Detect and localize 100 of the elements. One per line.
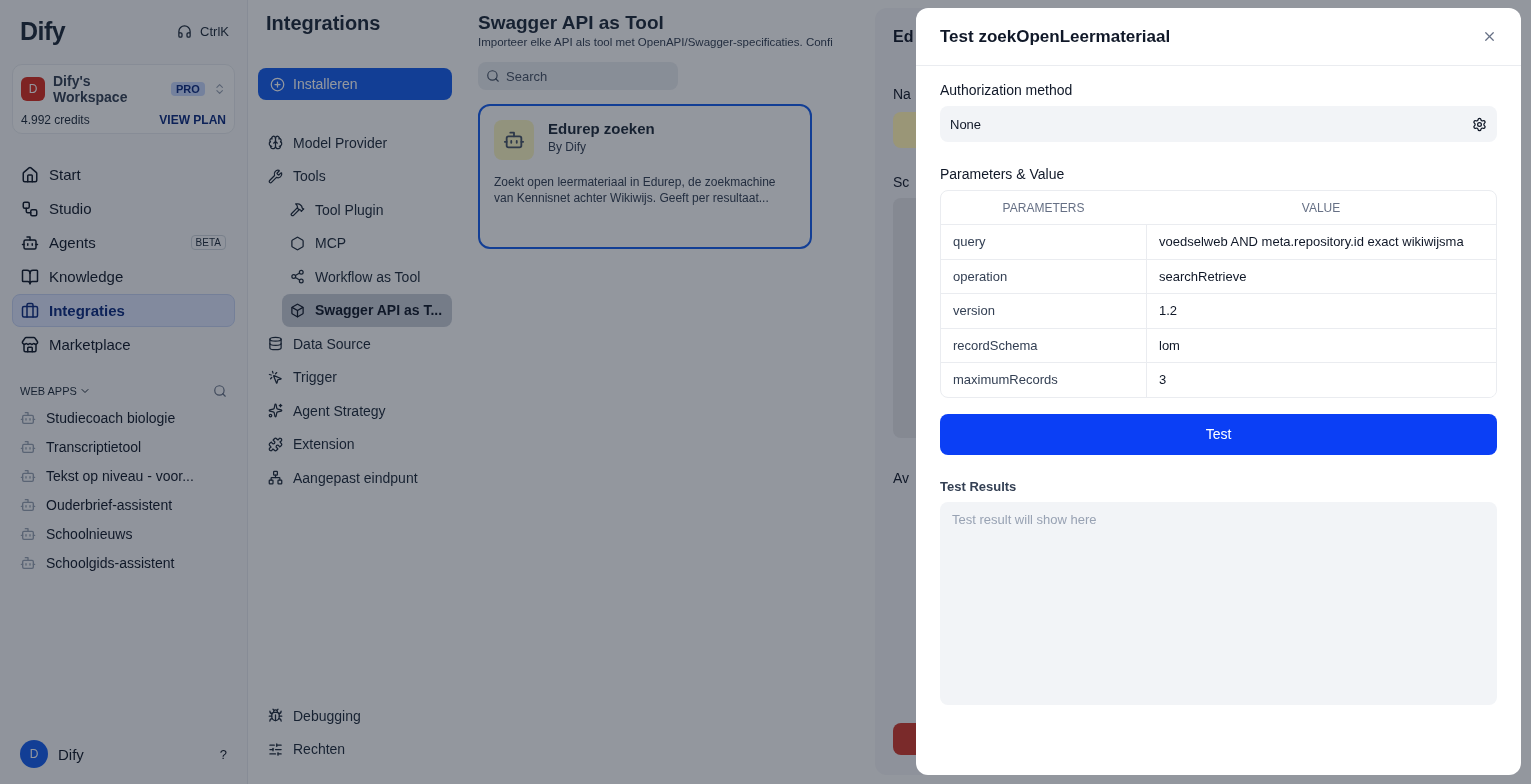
parameter-name: query (952, 233, 987, 252)
network-icon (268, 470, 283, 486)
nav-item[interactable]: Start (12, 158, 235, 191)
view-plan-link[interactable]: VIEW PLAN (159, 113, 226, 127)
robot-icon (20, 467, 36, 484)
integration-nav-item[interactable]: Tool Plugin (282, 193, 452, 227)
web-app-item[interactable]: Schoolgids-assistent (12, 548, 235, 577)
page-title: Integrations (266, 12, 382, 36)
user-name: Dify (58, 745, 84, 763)
integration-nav-item[interactable]: Workflow as Tool (282, 260, 452, 294)
puzzle-icon (268, 436, 283, 452)
sliders-icon (268, 741, 283, 757)
nav-label: Agents (49, 234, 96, 251)
field-label: Sc (893, 174, 910, 190)
robot-icon (20, 496, 36, 513)
dify-logo: Dify (20, 16, 66, 46)
robot-icon (20, 409, 36, 426)
user-avatar[interactable]: D (20, 740, 48, 768)
tool-card[interactable]: Edurep zoeken By Dify Zoekt open leermateriaal in Edurep, de zoekmachine van Kennisnet achter Wikiwijs. Geeft per resultaat... (478, 104, 812, 249)
input-field[interactable]: 3 (1146, 363, 1496, 397)
field-label: Authorization method (940, 82, 1074, 98)
close-button[interactable] (1482, 29, 1497, 44)
results-label: Test Results (940, 478, 1018, 494)
column-header: VALUE (1300, 199, 1342, 217)
web-app-label: Tekst op niveau - voor... (46, 467, 194, 484)
integration-nav-item[interactable]: Aangepast eindpunt (258, 461, 452, 495)
web-app-item[interactable]: Tekst op niveau - voor... (12, 461, 235, 490)
robot-icon (20, 525, 36, 542)
integration-nav-item[interactable]: Model Provider (258, 126, 452, 160)
test-button[interactable]: Test (940, 413, 1497, 455)
tool-description: Zoekt open leermateriaal in Edurep, de zoekmachine van Kennisnet achter Wikiwijs. Geeft per resultaat... (494, 174, 777, 206)
nav-item[interactable]: Knowledge (12, 260, 235, 293)
nav-item[interactable]: Integraties (12, 294, 235, 327)
search-field[interactable]: Search (478, 62, 678, 90)
parameter-name: recordSchema (952, 336, 1039, 355)
tool-emoji-icon (494, 120, 534, 160)
integration-nav-item[interactable]: Extension (258, 427, 452, 461)
section-subtitle: Importeer elke API als tool met OpenAPI/Swagger-specificaties. Confi (478, 36, 833, 48)
hexagon-icon (290, 235, 305, 251)
workspace-name: Dify's Workspace (53, 73, 129, 105)
section-title: WEB APPS (20, 385, 77, 397)
web-app-label: Schoolgids-assistent (46, 554, 175, 571)
home-icon (21, 165, 39, 184)
nav-label: Integraties (49, 302, 125, 319)
headset-icon[interactable] (177, 23, 193, 39)
integration-nav-item[interactable]: Rechten (258, 732, 452, 766)
nav-item[interactable]: Studio (12, 192, 235, 225)
integration-nav-item[interactable]: Agent Strategy (258, 394, 452, 428)
field-label: Parameters & Value (940, 166, 1066, 182)
field-label: Av (893, 470, 910, 486)
sparkle-icon (268, 403, 283, 419)
pointer-icon (268, 369, 283, 385)
web-app-item[interactable]: Ouderbrief-assistent (12, 490, 235, 519)
nav-label: Start (49, 166, 81, 183)
integration-nav-item[interactable]: MCP (282, 226, 452, 260)
shortcut-hint: CtrlK (200, 23, 229, 39)
parameter-name: version (952, 302, 996, 321)
integration-nav-item[interactable]: Tools (258, 159, 452, 193)
robot-icon (20, 554, 36, 571)
results-field[interactable]: Test result will show here (940, 501, 1497, 705)
toolbox-icon (268, 168, 283, 184)
workspace-card[interactable]: D Dify's Workspace PRO 4.992 credits VIEW PLAN (12, 64, 235, 134)
database-icon (268, 336, 283, 352)
section-title: Swagger API as Tool (478, 12, 665, 34)
plus-icon (270, 76, 285, 92)
install-button[interactable]: Installeren (258, 68, 452, 100)
dialog-title: Test zoekOpenLeermateriaal (940, 26, 1171, 47)
help-button[interactable]: ? (219, 746, 227, 762)
book-icon (21, 267, 39, 286)
web-app-item[interactable]: Studiecoach biologie (12, 403, 235, 432)
column-header: PARAMETERS (1001, 199, 1086, 217)
field-label: Na (893, 86, 911, 102)
search-icon[interactable] (213, 384, 227, 398)
nav-label: Knowledge (49, 268, 124, 285)
tool-name: Edurep zoeken (548, 120, 655, 137)
web-app-item[interactable]: Transcriptietool (12, 432, 235, 461)
parameter-name: maximumRecords (952, 371, 1059, 390)
tool-author: By Dify (548, 140, 587, 154)
workflow-icon (21, 199, 39, 218)
nav-item[interactable]: Marketplace (12, 328, 235, 361)
web-app-label: Studiecoach biologie (46, 409, 176, 426)
nav-item[interactable]: Agents BETA (12, 226, 235, 259)
workspace-avatar: D (21, 77, 45, 101)
store-icon (21, 335, 39, 354)
integration-nav-item[interactable]: Swagger API as T... (282, 293, 452, 327)
nav-label: Studio (49, 200, 92, 217)
integration-nav-item[interactable]: Trigger (258, 360, 452, 394)
robot-icon (21, 233, 39, 252)
integration-nav-item[interactable]: Debugging (258, 699, 452, 733)
settings-icon (1472, 116, 1487, 132)
search-icon (486, 69, 500, 83)
beta-badge: BETA (190, 235, 226, 250)
web-app-label: Ouderbrief-assistent (46, 496, 173, 513)
briefcase-icon (21, 301, 39, 320)
brain-icon (268, 135, 283, 151)
authorization-select[interactable]: None (940, 106, 1497, 142)
plan-badge: PRO (170, 82, 205, 96)
web-app-label: Schoolnieuws (46, 525, 133, 542)
web-app-item[interactable]: Schoolnieuws (12, 519, 235, 548)
integration-nav-item[interactable]: Data Source (258, 327, 452, 361)
